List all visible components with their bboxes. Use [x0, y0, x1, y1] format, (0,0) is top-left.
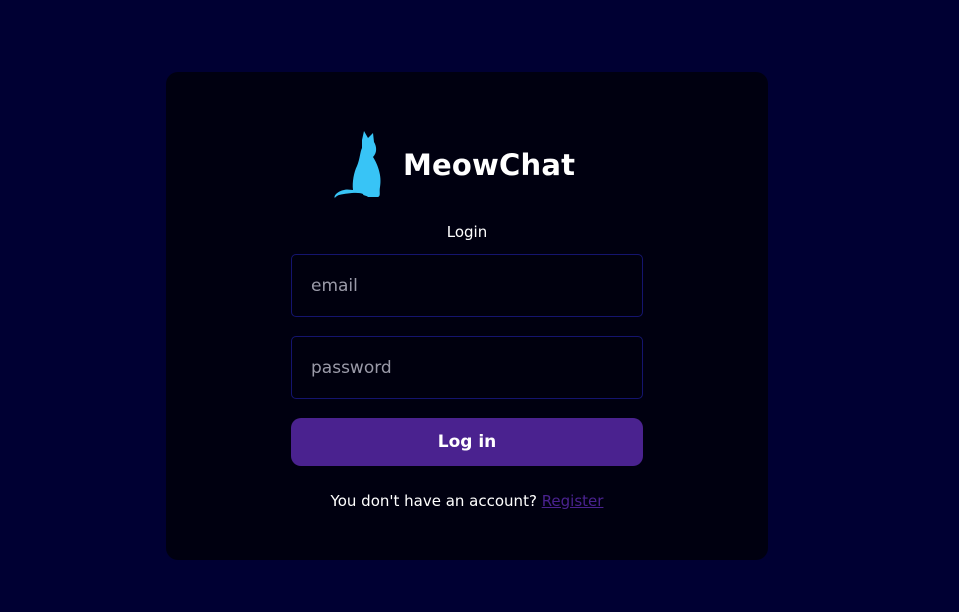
email-input[interactable]: [291, 254, 643, 317]
password-input[interactable]: [291, 336, 643, 399]
register-link[interactable]: Register: [542, 492, 604, 510]
register-prompt: You don't have an account?: [330, 492, 542, 510]
login-heading: Login: [446, 223, 488, 241]
login-button[interactable]: Log in: [291, 418, 643, 466]
cat-icon: [334, 131, 381, 199]
brand: MeowChat: [333, 130, 575, 200]
app-name: MeowChat: [403, 147, 576, 182]
register-row: You don't have an account? Register: [166, 492, 768, 510]
